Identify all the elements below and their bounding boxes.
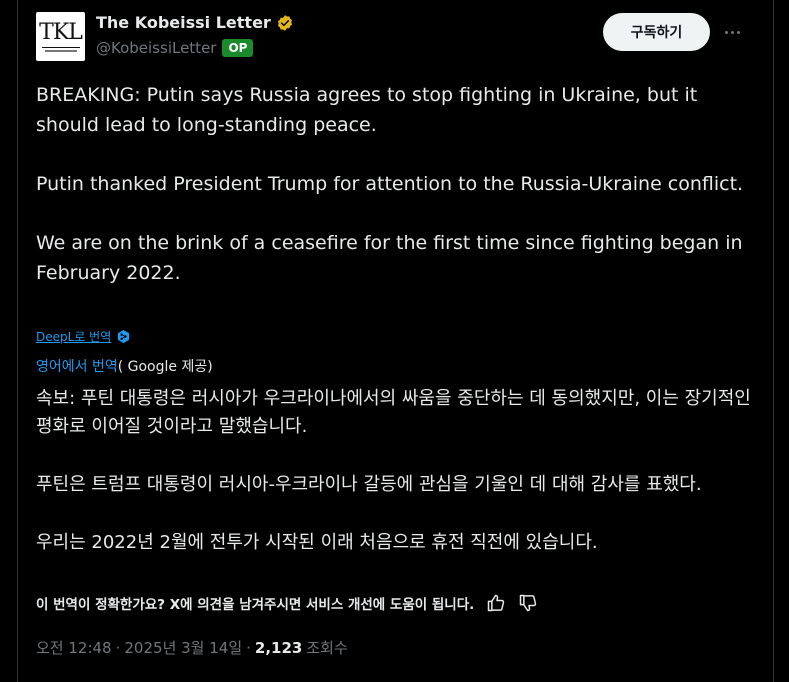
- tweet-panel: TKL The Kobeissi Letter @KobeissiLetter …: [17, 0, 774, 682]
- more-icon[interactable]: [719, 19, 745, 45]
- thumbs-up-icon[interactable]: [486, 593, 506, 613]
- deepl-translate-row: DeepL로 번역: [36, 328, 131, 345]
- tweet-date[interactable]: 2025년 3월 14일: [124, 637, 242, 658]
- translated-paragraph-1: 속보: 푸틴 대통령은 러시아가 우크라이나에서의 싸움을 중단하는 데 동의했…: [36, 388, 751, 437]
- tweet-time[interactable]: 오전 12:48: [36, 637, 112, 658]
- meta-separator: ·: [115, 638, 121, 657]
- author-name[interactable]: The Kobeissi Letter: [96, 13, 271, 32]
- google-translate-row: 영어에서 번역 ( Google 제공): [36, 356, 213, 376]
- views-count: 2,123: [254, 638, 303, 657]
- translated-text: 속보: 푸틴 대통령은 러시아가 우크라이나에서의 싸움을 중단하는 데 동의했…: [36, 385, 756, 557]
- author-name-row: The Kobeissi Letter: [96, 13, 294, 32]
- tweet-text: BREAKING: Putin says Russia agrees to st…: [36, 80, 756, 288]
- thumbs-down-icon[interactable]: [518, 593, 538, 613]
- avatar-logo: TKL: [39, 19, 83, 45]
- feedback-text: 이 번역이 정확한가요? X에 의견을 남겨주시면 서비스 개선에 도움이 됩니…: [36, 597, 475, 613]
- avatar-logo-rule: [41, 46, 80, 48]
- subscribe-button[interactable]: 구독하기: [603, 13, 710, 51]
- author-handle-row: @KobeissiLetter OP: [96, 39, 254, 57]
- google-translate-link[interactable]: 영어에서 번역: [36, 356, 118, 376]
- google-translate-credit: ( Google 제공): [117, 359, 213, 375]
- avatar-logo-subline: [44, 49, 77, 52]
- translated-paragraph-3: 우리는 2022년 2월에 전투가 시작된 이래 처음으로 휴전 직전에 있습니…: [36, 532, 598, 553]
- author-handle[interactable]: @KobeissiLetter: [96, 39, 216, 57]
- verified-badge-icon: [277, 14, 292, 31]
- tweet-paragraph-1: BREAKING: Putin says Russia agrees to st…: [36, 84, 698, 136]
- views-label: 조회수: [306, 639, 348, 657]
- translation-feedback: 이 번역이 정확한가요? X에 의견을 남겨주시면 서비스 개선에 도움이 됩니…: [36, 593, 538, 613]
- op-badge: OP: [222, 39, 254, 57]
- deepl-translate-link[interactable]: DeepL로 번역: [36, 328, 111, 345]
- tweet-paragraph-2: Putin thanked President Trump for attent…: [36, 173, 744, 195]
- meta-separator: ·: [246, 638, 251, 657]
- tweet-paragraph-3: We are on the brink of a ceasefire for t…: [36, 232, 743, 284]
- avatar[interactable]: TKL: [36, 12, 85, 61]
- deepl-icon[interactable]: [116, 329, 131, 344]
- tweet-meta: 오전 12:48 · 2025년 3월 14일 · 2,123 조회수: [36, 637, 348, 658]
- translated-paragraph-2: 푸틴은 트럼프 대통령이 러시아-우크라이나 갈등에 관심을 기울인 데 대해 …: [36, 474, 702, 495]
